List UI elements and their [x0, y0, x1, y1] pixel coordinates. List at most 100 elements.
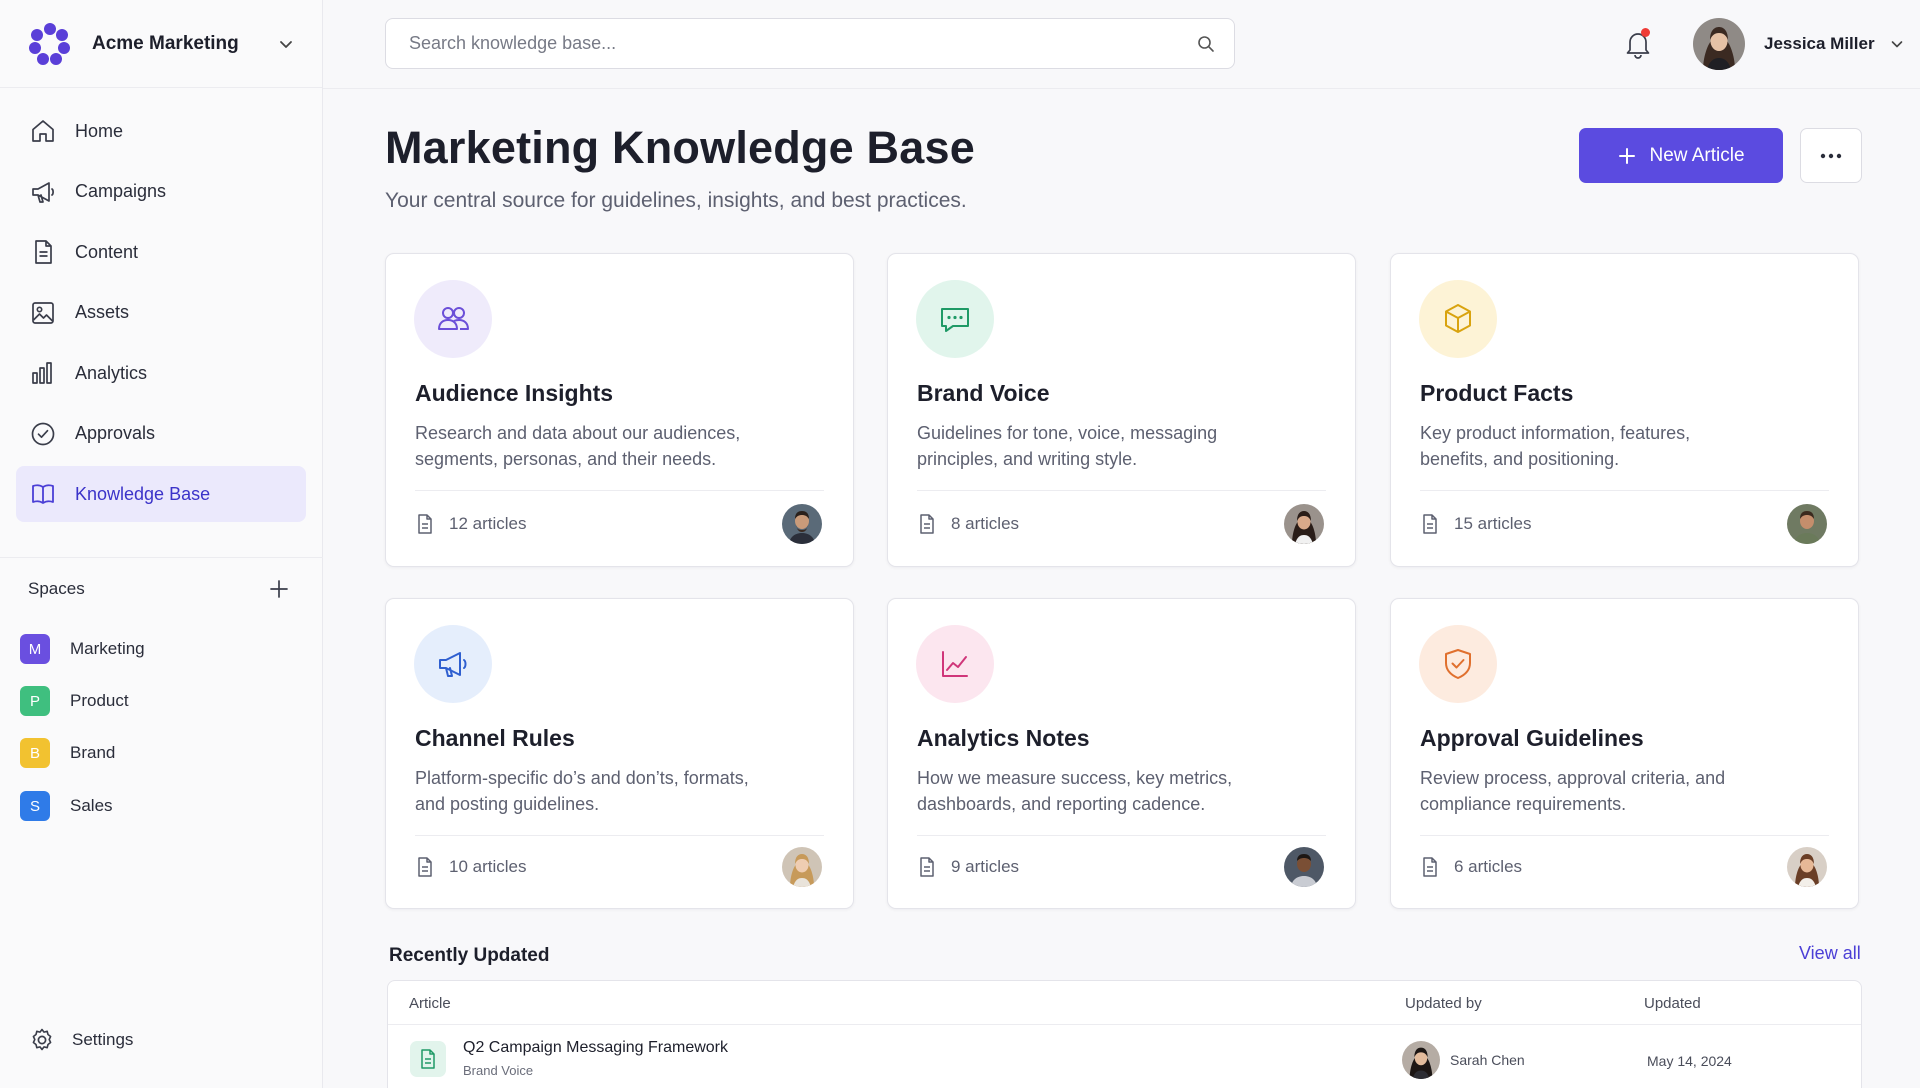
page-subtitle: Your central source for guidelines, insi…	[385, 189, 967, 212]
spaces-header: Spaces	[28, 578, 290, 600]
document-icon	[920, 514, 934, 534]
article-count: 6 articles	[1420, 856, 1522, 878]
nav-item-campaigns[interactable]: Campaigns	[16, 164, 306, 220]
card-icon-badge	[1419, 625, 1497, 703]
bar-chart-icon	[32, 362, 52, 384]
space-item-brand[interactable]: B Brand	[20, 736, 115, 770]
view-all-link[interactable]: View all	[1799, 943, 1861, 964]
new-article-button[interactable]: New Article	[1579, 128, 1783, 183]
avatar	[782, 847, 822, 887]
avatar	[1693, 18, 1745, 70]
card-title: Approval Guidelines	[1420, 725, 1644, 751]
card-description: Key product information, features, benef…	[1420, 423, 1691, 469]
nav-item-home[interactable]: Home	[16, 103, 306, 159]
card-description: Research and data about our audiences, s…	[415, 423, 741, 469]
avatar	[782, 504, 822, 544]
card-divider	[415, 490, 824, 491]
card-icon-badge	[916, 625, 994, 703]
topbar-divider	[323, 88, 1920, 89]
nav-item-knowledge-base[interactable]: Knowledge Base	[16, 466, 306, 522]
space-item-product[interactable]: P Product	[20, 684, 129, 718]
nav-label: Campaigns	[75, 181, 167, 201]
article-icon-badge	[410, 1041, 446, 1077]
article-count-label: 12 articles	[449, 514, 527, 533]
article-count: 9 articles	[917, 856, 1019, 878]
article-title[interactable]: Q2 Campaign Messaging Framework	[463, 1039, 728, 1057]
nav-item-content[interactable]: Content	[16, 224, 306, 280]
space-label: Marketing	[70, 639, 145, 658]
avatar	[1284, 504, 1324, 544]
more-options-button[interactable]	[1800, 128, 1862, 183]
article-count-label: 10 articles	[449, 857, 527, 876]
plus-icon[interactable]	[268, 578, 290, 600]
card-title: Product Facts	[1420, 380, 1574, 406]
article-count-label: 9 articles	[951, 857, 1020, 876]
brand-logo-icon	[29, 22, 70, 65]
spaces-title: Spaces	[28, 579, 85, 598]
category-card-channel-rules[interactable]: Channel Rules Platform-specific do’s and…	[385, 598, 854, 909]
space-badge: M	[20, 634, 50, 664]
users-icon	[438, 307, 469, 330]
document-icon	[920, 857, 934, 877]
workspace-name: Acme Marketing	[92, 32, 239, 54]
article-count: 10 articles	[415, 856, 526, 878]
avatar	[1787, 847, 1827, 887]
document-icon	[1423, 514, 1437, 534]
updated-by: Sarah Chen	[1402, 1041, 1525, 1079]
search-bar	[385, 18, 1235, 69]
user-menu[interactable]: Jessica Miller	[1693, 18, 1905, 70]
category-card-product-facts[interactable]: Product Facts Key product information, f…	[1390, 253, 1859, 567]
search-input[interactable]	[409, 33, 1196, 54]
notifications-button[interactable]	[1623, 28, 1653, 60]
workspace-switcher[interactable]: Acme Marketing	[0, 0, 322, 88]
card-footer: 8 articles	[917, 504, 1324, 544]
megaphone-icon	[32, 181, 54, 203]
updated-by-name: Sarah Chen	[1450, 1052, 1525, 1068]
nav-label: Analytics	[75, 362, 148, 383]
card-title: Audience Insights	[415, 380, 614, 406]
card-title: Channel Rules	[415, 725, 575, 751]
article-count-label: 15 articles	[1454, 514, 1532, 533]
nav-item-approvals[interactable]: Approvals	[16, 406, 306, 462]
space-item-sales[interactable]: S Sales	[20, 789, 113, 823]
category-card-brand-voice[interactable]: Brand Voice Guidelines for tone, voice, …	[887, 253, 1356, 567]
category-card-audience-insights[interactable]: Audience Insights Research and data abou…	[385, 253, 854, 567]
category-card-approval-guidelines[interactable]: Approval Guidelines Review process, appr…	[1390, 598, 1859, 909]
article-count-label: 6 articles	[1454, 857, 1523, 876]
avatar	[1787, 504, 1827, 544]
nav-label: Assets	[75, 302, 130, 322]
card-description: How we measure success, key metrics, das…	[917, 768, 1233, 814]
notification-dot	[1641, 28, 1650, 37]
document-icon	[418, 857, 432, 877]
card-description: Review process, approval criteria, and c…	[1420, 768, 1726, 814]
recent-articles-table: Article Updated by Updated Q2 Campaign M…	[387, 980, 1862, 1088]
search-icon[interactable]	[1196, 34, 1216, 54]
nav-label: Approvals	[75, 423, 156, 443]
shield-check-icon	[1445, 649, 1471, 679]
book-icon	[32, 484, 54, 504]
card-icon-badge	[1419, 280, 1497, 358]
category-card-analytics-notes[interactable]: Analytics Notes How we measure success, …	[887, 598, 1356, 909]
nav-item-assets[interactable]: Assets	[16, 285, 306, 341]
document-icon	[35, 240, 52, 264]
column-header-article[interactable]: Article	[409, 995, 451, 1012]
trend-chart-icon	[942, 651, 968, 677]
chat-bubble-icon	[941, 308, 969, 332]
card-title: Analytics Notes	[917, 725, 1090, 751]
column-header-updated-by[interactable]: Updated by	[1405, 995, 1482, 1012]
card-footer: 6 articles	[1420, 847, 1827, 887]
column-header-updated[interactable]: Updated	[1644, 995, 1701, 1012]
settings-link[interactable]: Settings	[28, 1026, 133, 1054]
card-footer: 15 articles	[1420, 504, 1827, 544]
space-item-marketing[interactable]: M Marketing	[20, 632, 145, 666]
new-article-label: New Article	[1649, 144, 1745, 166]
megaphone-icon	[439, 652, 467, 677]
card-description: Guidelines for tone, voice, messaging pr…	[917, 423, 1218, 469]
card-divider	[917, 490, 1326, 491]
main-nav: Home Campaigns Content Assets Analytics …	[0, 88, 322, 522]
plus-icon	[1619, 147, 1636, 164]
document-icon	[421, 1049, 435, 1069]
sidebar-divider	[0, 557, 323, 558]
nav-item-analytics[interactable]: Analytics	[16, 345, 306, 401]
article-count: 15 articles	[1420, 513, 1531, 535]
